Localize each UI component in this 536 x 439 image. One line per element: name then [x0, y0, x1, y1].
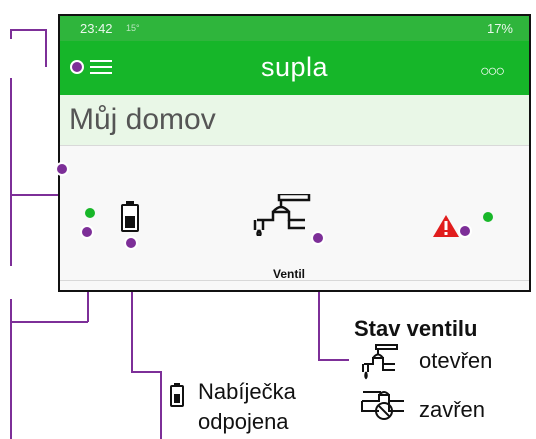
legend-closed-label: zavřen: [419, 397, 486, 422]
online-status-dot-right: [483, 212, 493, 222]
device-card[interactable]: Ventil: [60, 146, 529, 290]
status-battery-percent: 17%: [486, 21, 513, 36]
annotation-dot-status: [80, 225, 94, 239]
annotation-line-charger-drop: [160, 371, 162, 439]
charger-line-1: Nabíječka: [198, 379, 296, 404]
app-title: supla: [260, 52, 329, 82]
status-bar: 23:42 15° 17%: [60, 16, 529, 41]
annotation-line-left-room: [10, 78, 12, 266]
more-icon[interactable]: ○○○: [480, 63, 505, 81]
phone-screen: 23:42 15° 17% supla ○○○ Můj domov Ventil: [58, 14, 531, 292]
annotation-line-charger-h: [131, 371, 162, 373]
status-time: 23:42: [80, 21, 113, 36]
status-small-text: 15°: [126, 23, 140, 33]
battery-status-icon: [170, 383, 184, 407]
charger-status-text: Nabíječka odpojena: [198, 377, 296, 436]
annotation-line-left-room-h: [10, 194, 58, 196]
annotation-dot-menu: [70, 60, 84, 74]
device-label: Ventil: [273, 267, 306, 281]
room-header: Můj domov: [60, 95, 529, 146]
valve-open-icon: [362, 344, 398, 380]
annotation-line-left-menu-h: [10, 29, 45, 31]
charger-line-2: odpojena: [198, 408, 289, 434]
card-divider: [60, 280, 529, 281]
warning-icon: [433, 215, 459, 237]
app-bar: supla ○○○: [60, 41, 529, 95]
valve-closed-icon: [361, 391, 404, 420]
annotation-line-left-battery: [10, 299, 12, 439]
annotation-dot-battery: [124, 236, 138, 250]
annotation-dot-alert: [458, 224, 472, 238]
battery-icon: [121, 201, 139, 232]
annotation-line-left-battery-h: [10, 321, 88, 323]
valve-icon: [253, 194, 311, 236]
annotation-dot-valve: [311, 231, 325, 245]
annotation-dot-room: [55, 162, 69, 176]
annotation-line-left-menu-d: [45, 29, 47, 67]
room-title: Můj domov: [69, 103, 216, 136]
annotation-line-ventil-h: [318, 359, 349, 361]
online-status-dot-left: [85, 208, 95, 218]
valve-state-title: Stav ventilu: [354, 316, 478, 341]
legend-open-label: otevřen: [419, 348, 493, 373]
